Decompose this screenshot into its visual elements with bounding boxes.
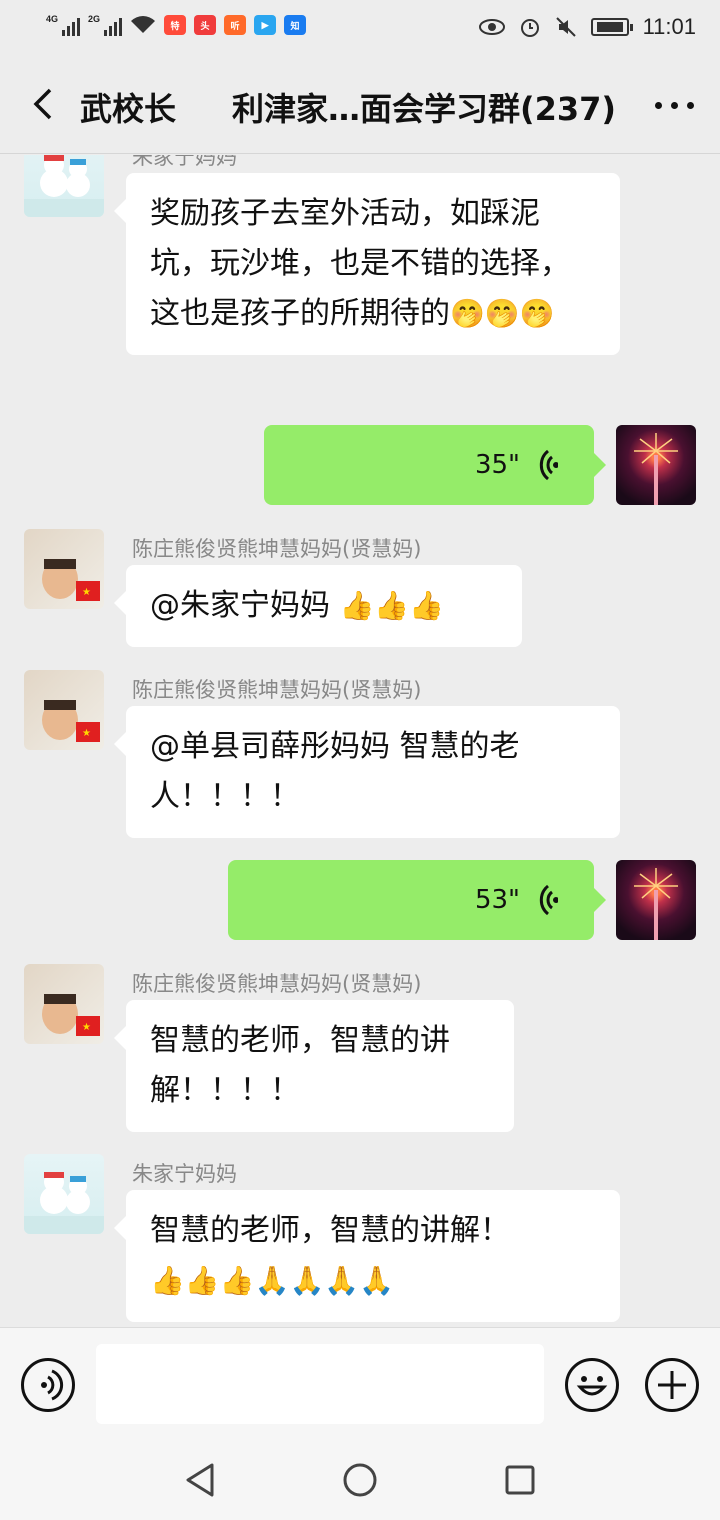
voice-input-button[interactable] [21,1358,75,1412]
zhihu-notification-icon: 知 [284,15,307,35]
avatar[interactable] [24,1154,104,1234]
voice-duration: 35" [474,450,520,480]
signal-2g-label: 2G [88,14,101,24]
message-bubble[interactable]: @朱家宁妈妈 👍👍👍 [114,565,522,647]
signal-2g-icon: 2G [88,14,123,36]
message-input[interactable] [96,1344,544,1424]
snowman-avatar-icon [24,155,104,217]
sender-name: 陈庄熊俊贤熊坤慧妈妈(贤慧妈) [132,972,422,996]
message-list[interactable]: 朱家宁妈妈 奖励孩子去室外活动，如踩泥坑，玩沙堆，也是不错的选择，这也是孩子的所… [0,155,720,1327]
smiley-icon [576,1376,608,1396]
avatar[interactable]: ★ [24,529,104,609]
voice-duration: 53" [474,885,520,915]
status-time: 11:01 [642,14,696,39]
message-text: 智慧的老师，智慧的讲解！ [150,1213,510,1248]
battery-icon [590,18,633,36]
listen-notification-icon: 听 [224,15,247,35]
message-bubble[interactable]: 奖励孩子去室外活动，如踩泥坑，玩沙堆，也是不错的选择，这也是孩子的所期待的🤭🤭🤭 [114,173,620,355]
status-bar: 4G 2G 特 头 听 ▶ 知 11:01 [0,0,720,56]
svg-text:★: ★ [82,1022,91,1033]
message-bubble[interactable]: 智慧的老师，智慧的讲解！ 👍👍👍🙏🙏🙏🙏 [114,1190,620,1322]
child-avatar-icon: ★ [42,994,100,1036]
mute-icon [555,17,576,37]
message-bubble[interactable]: @单县司薛彤妈妈 智慧的老人！！！！ [114,706,620,838]
nav-back-icon[interactable] [184,1462,216,1498]
message-text: @单县司薛彤妈妈 智慧的老人！！！！ [150,729,520,814]
signal-4g-label: 4G [46,14,59,24]
sender-name: 陈庄熊俊贤熊坤慧妈妈(贤慧妈) [132,678,422,702]
input-bar [0,1327,720,1440]
message-bubble[interactable]: 智慧的老师，智慧的讲解！！！！ [114,1000,514,1132]
status-right: 11:01 [478,14,696,40]
plus-icon [658,1371,686,1399]
avatar[interactable]: ★ [24,670,104,750]
video-notification-icon: ▶ [254,15,277,35]
message-emojis: 👍👍👍 [339,589,445,622]
chat-header: 武校长 利津家…面会学习群(237) [0,56,720,154]
sender-name: 朱家宁妈妈 [132,155,237,169]
signal-4g-icon: 4G [46,14,81,36]
my-avatar[interactable] [616,860,696,940]
message-emojis: 👍👍👍🙏🙏🙏🙏 [150,1264,395,1297]
message-text: @朱家宁妈妈 [150,588,340,623]
chat-title: 利津家…面会学习群(237) [232,90,617,128]
sender-name: 朱家宁妈妈 [132,1162,237,1186]
wifi-icon [131,16,156,33]
voice-wave-icon [539,449,558,481]
message-text: 智慧的老师，智慧的讲解！！！！ [150,1023,450,1108]
child-avatar-icon: ★ [42,559,100,601]
voice-message-bubble[interactable]: 35" [264,425,606,505]
app-notification-icon: 特 [164,15,187,35]
fireworks-avatar-icon [634,433,678,505]
nav-home-icon[interactable] [342,1462,378,1498]
status-left: 4G 2G 特 头 听 ▶ 知 [46,14,307,36]
voice-message-bubble[interactable]: 53" [228,860,606,940]
more-options-icon[interactable] [655,102,694,109]
svg-text:★: ★ [82,728,91,739]
nav-recents-icon[interactable] [504,1462,536,1498]
back-label[interactable]: 武校长 [80,84,176,130]
message-emojis: 🤭🤭🤭 [450,297,555,330]
add-button[interactable] [645,1358,699,1412]
avatar[interactable] [24,155,104,217]
eye-icon [478,19,505,35]
svg-text:★: ★ [82,587,91,598]
child-avatar-icon: ★ [42,700,100,742]
my-avatar[interactable] [616,425,696,505]
emoji-button[interactable] [565,1358,619,1412]
fireworks-avatar-icon [634,868,678,940]
alarm-icon [520,19,539,37]
system-nav-bar [0,1440,720,1520]
avatar[interactable]: ★ [24,964,104,1044]
back-chevron-icon[interactable] [24,84,64,124]
voice-icon [41,1369,64,1401]
sender-name: 陈庄熊俊贤熊坤慧妈妈(贤慧妈) [132,537,422,561]
toutiao-notification-icon: 头 [194,15,217,35]
snowman-avatar-icon [24,1172,104,1234]
voice-wave-icon [539,884,558,916]
